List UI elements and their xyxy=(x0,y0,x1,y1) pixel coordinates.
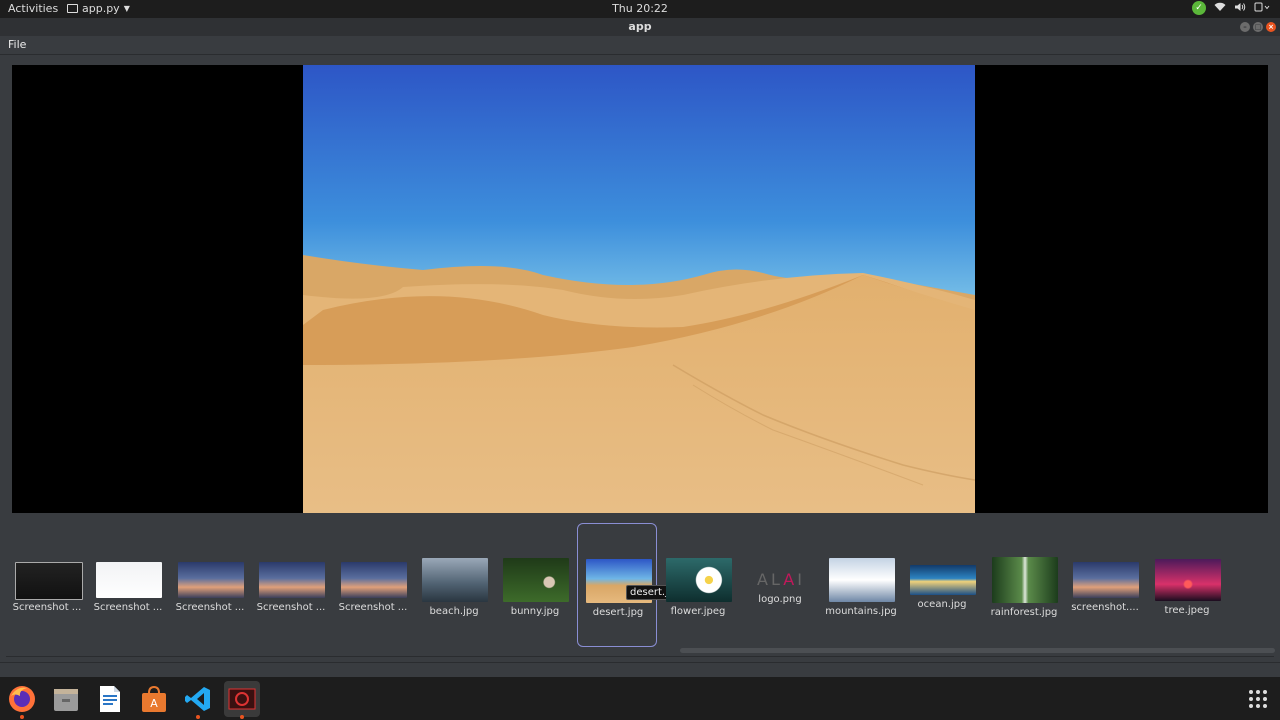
thumbnail-item[interactable]: Screenshot ... xyxy=(251,523,331,647)
thumbnail-label: bunny.jpg xyxy=(510,606,560,617)
wifi-icon xyxy=(1214,2,1226,15)
screenshot-desktop-icon xyxy=(259,562,325,598)
thumbnail-label: rainforest.jpg xyxy=(990,607,1058,618)
thumbnail-item[interactable]: tree.jpeg xyxy=(1147,523,1227,647)
vscode-icon[interactable] xyxy=(180,681,216,719)
thumbnail-strip[interactable]: Screenshot ... Screenshot ... Screenshot .… xyxy=(6,520,1274,657)
thumbnail-item[interactable]: ALAI logo.png xyxy=(740,523,820,647)
screenshot-light-icon xyxy=(96,562,162,598)
files-icon[interactable] xyxy=(48,681,84,717)
window-title-bar[interactable]: app – □ × xyxy=(0,18,1280,36)
menu-file[interactable]: File xyxy=(8,38,26,51)
writer-icon[interactable] xyxy=(92,681,128,717)
thumbnail-item[interactable]: Screenshot ... xyxy=(7,523,87,647)
firefox-icon[interactable] xyxy=(4,681,40,719)
thumbnail-item[interactable]: beach.jpg xyxy=(414,523,494,647)
app-window-icon[interactable] xyxy=(224,681,260,719)
flower-thumbnail xyxy=(666,558,732,602)
power-icon xyxy=(1254,2,1270,15)
tree-thumbnail xyxy=(1155,559,1221,601)
thumbnail-label: tree.jpeg xyxy=(1164,605,1210,616)
thumbnail-item[interactable]: Screenshot ... xyxy=(88,523,168,647)
maximize-button[interactable]: □ xyxy=(1253,22,1263,32)
system-tray[interactable]: ✓ xyxy=(1192,1,1270,15)
thumbnail-item[interactable]: screenshot.... xyxy=(1065,523,1145,647)
show-applications-icon[interactable] xyxy=(1248,689,1268,709)
svg-text:A: A xyxy=(150,697,158,710)
top-bar: Activities app.py ▼ Thu 20:22 ✓ xyxy=(0,0,1280,18)
thumbnail-label: desert.jpg xyxy=(592,607,644,618)
update-check-icon[interactable]: ✓ xyxy=(1192,1,1206,15)
thumbnail-item[interactable]: mountains.jpg xyxy=(821,523,901,647)
desert-photo xyxy=(303,65,975,513)
horizontal-scrollbar[interactable] xyxy=(680,648,1275,653)
chevron-down-icon: ▼ xyxy=(123,4,130,13)
beach-thumbnail xyxy=(422,558,488,602)
minimize-button[interactable]: – xyxy=(1240,22,1250,32)
thumbnail-label: logo.png xyxy=(758,594,802,605)
bunny-thumbnail xyxy=(503,558,569,602)
screenshot-desktop-icon xyxy=(341,562,407,598)
image-viewer xyxy=(12,65,1268,513)
thumbnail-item[interactable]: rainforest.jpg xyxy=(984,523,1064,647)
thumbnail-label: Screenshot ... xyxy=(256,602,326,613)
clock[interactable]: Thu 20:22 xyxy=(0,2,1280,15)
thumbnail-label: Screenshot ... xyxy=(12,602,82,613)
window-controls: – □ × xyxy=(1240,22,1276,32)
rainforest-thumbnail xyxy=(992,557,1058,603)
thumbnail-label: Screenshot ... xyxy=(175,602,245,613)
thumbnail-label: mountains.jpg xyxy=(825,606,897,617)
screenshot-desktop-icon xyxy=(178,562,244,598)
thumbnail-label: Screenshot ... xyxy=(93,602,163,613)
screenshot-dark-icon xyxy=(15,562,83,600)
dock: A xyxy=(0,677,1280,720)
app-menu-label: app.py xyxy=(82,2,120,15)
logo-thumbnail: ALAI xyxy=(757,570,805,589)
thumbnail-label: beach.jpg xyxy=(429,606,479,617)
mountains-thumbnail xyxy=(829,558,895,602)
thumbnail-item[interactable]: bunny.jpg xyxy=(495,523,575,647)
app-menu[interactable]: app.py ▼ xyxy=(67,2,130,15)
thumbnail-label: screenshot.... xyxy=(1071,602,1139,613)
window-title: app xyxy=(628,20,652,33)
ocean-thumbnail xyxy=(910,565,976,595)
thumbnail-item[interactable]: flower.jpeg xyxy=(658,523,738,647)
thumbnail-label: flower.jpeg xyxy=(670,606,726,617)
volume-icon xyxy=(1234,2,1246,15)
thumbnail-item[interactable]: ocean.jpg xyxy=(902,523,982,647)
thumbnail-item[interactable]: Screenshot ... xyxy=(333,523,413,647)
divider xyxy=(0,662,1280,663)
thumbnail-label: Screenshot ... xyxy=(338,602,408,613)
menu-bar: File xyxy=(0,36,1280,55)
thumbnail-item[interactable]: desert.jpg desert.jpg xyxy=(577,523,685,647)
screenshot-desktop-icon xyxy=(1073,562,1139,598)
close-button[interactable]: × xyxy=(1266,22,1276,32)
thumbnail-label: ocean.jpg xyxy=(917,599,967,610)
software-center-icon[interactable]: A xyxy=(136,681,172,717)
thumbnail-item[interactable]: Screenshot ... xyxy=(170,523,250,647)
activities-button[interactable]: Activities xyxy=(8,2,58,15)
window-icon xyxy=(67,4,78,13)
